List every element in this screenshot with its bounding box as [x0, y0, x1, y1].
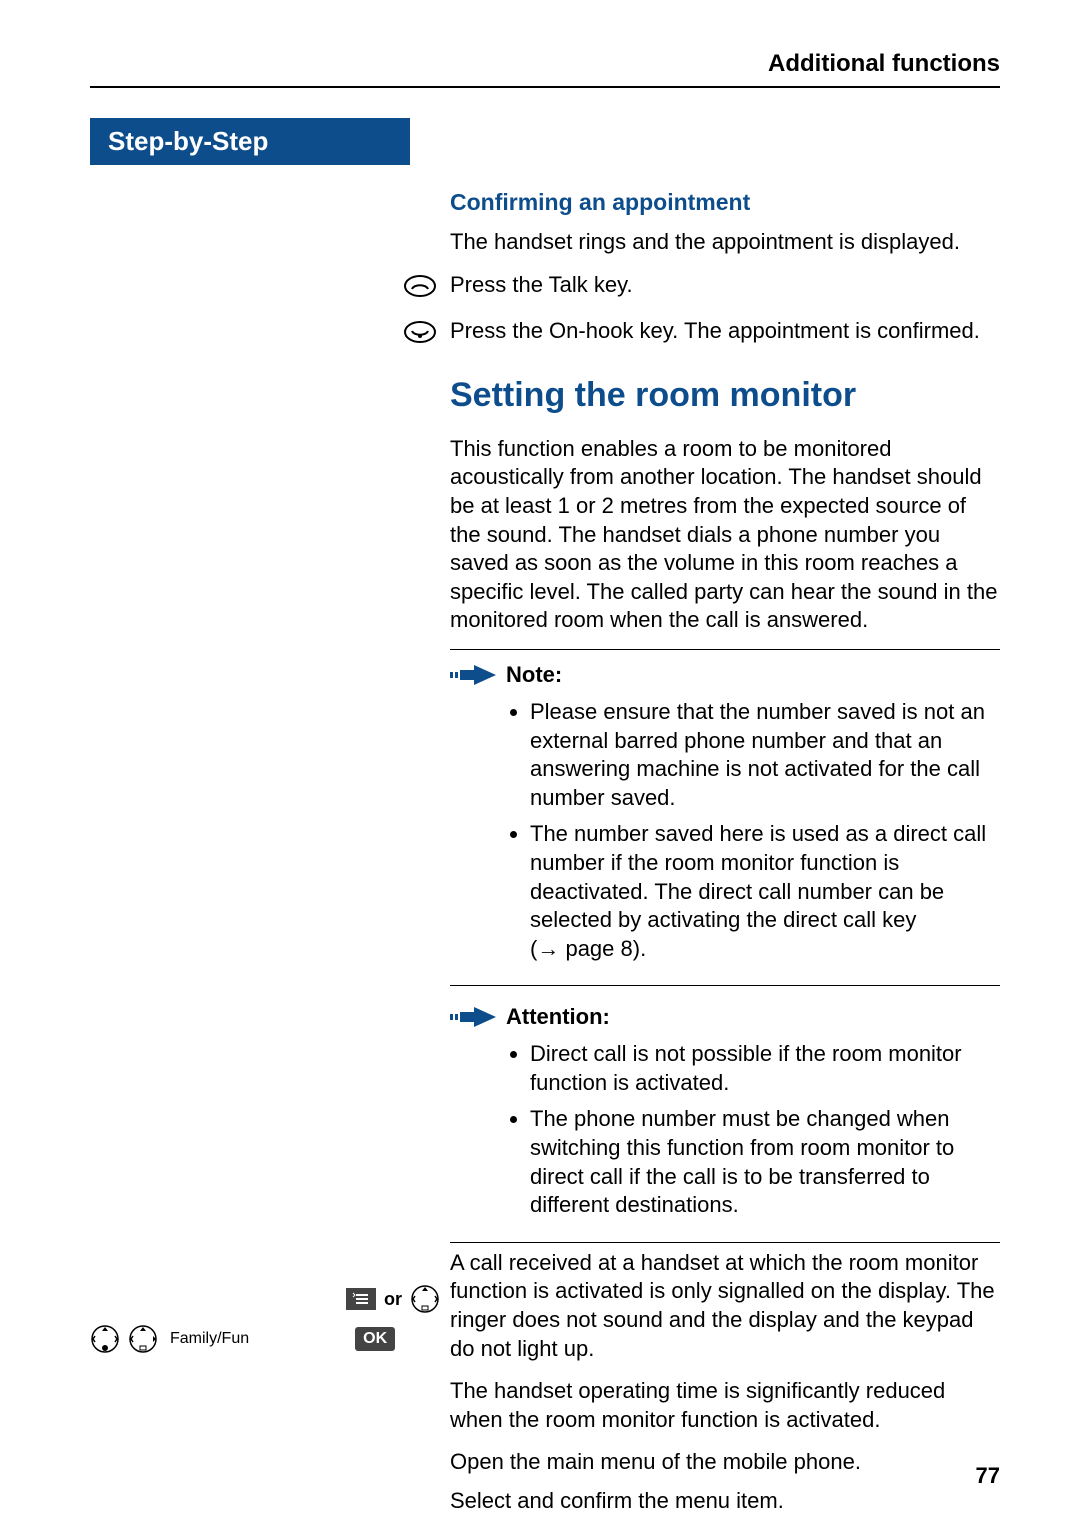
note-title: Note: [506, 662, 562, 688]
step-by-step-badge: Step-by-Step [90, 118, 410, 165]
note-block: Note: Please ensure that the number save… [450, 649, 1000, 986]
note-item-1: Please ensure that the number saved is n… [530, 698, 1000, 812]
attention-block: Attention: Direct call is not possible i… [450, 992, 1000, 1243]
family-fun-label: Family/Fun [170, 1330, 249, 1348]
page-number: 77 [976, 1463, 1000, 1489]
or-text: or [384, 1289, 402, 1310]
onhook-key-icon [390, 317, 450, 345]
attention-item-1: Direct call is not possible if the room … [530, 1040, 1000, 1097]
note-item-2: The number saved here is used as a direc… [530, 820, 1000, 963]
note-arrow-icon [450, 665, 496, 685]
attention-arrow-icon [450, 1007, 496, 1027]
room-monitor-para3: The handset operating time is significan… [450, 1377, 1000, 1434]
room-monitor-para1: This function enables a room to be monit… [450, 435, 1000, 635]
room-monitor-heading: Setting the room monitor [450, 376, 1000, 415]
attention-item-2: The phone number must be changed when sw… [530, 1105, 1000, 1219]
open-menu-text: Open the main menu of the mobile phone. [450, 1448, 1000, 1477]
talk-key-text: Press the Talk key. [450, 271, 633, 300]
nav-key-icon [410, 1284, 440, 1314]
note-list: Please ensure that the number saved is n… [450, 698, 1000, 963]
confirming-intro: The handset rings and the appointment is… [450, 228, 1000, 257]
open-menu-guide: or [280, 1284, 440, 1314]
section-header: Additional functions [90, 50, 1000, 78]
talk-key-icon [390, 271, 450, 299]
room-monitor-para2: A call received at a handset at which th… [450, 1249, 1000, 1363]
ok-key-icon: OK [355, 1327, 395, 1351]
nav-down-icon [90, 1324, 120, 1354]
attention-title: Attention: [506, 1004, 610, 1030]
select-confirm-guide: Family/Fun OK [90, 1324, 395, 1354]
menu-key-icon [346, 1288, 376, 1310]
attention-list: Direct call is not possible if the room … [450, 1040, 1000, 1220]
header-rule [90, 86, 1000, 88]
nav-right-icon [128, 1324, 158, 1354]
onhook-key-text: Press the On-hook key. The appointment i… [450, 317, 980, 346]
select-confirm-text: Select and confirm the menu item. [450, 1487, 1000, 1516]
confirming-heading: Confirming an appointment [450, 189, 1000, 216]
